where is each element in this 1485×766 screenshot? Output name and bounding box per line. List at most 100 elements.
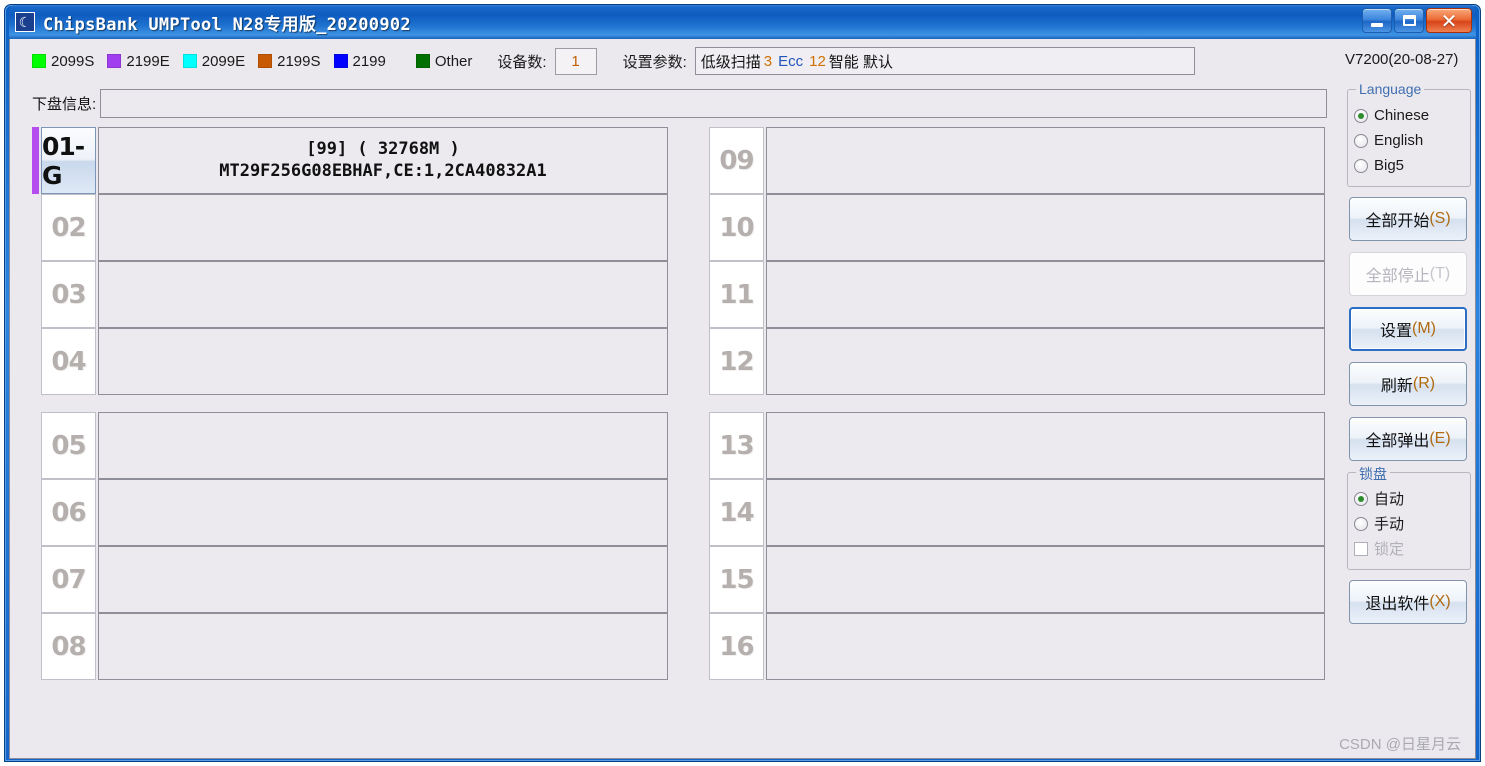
legend-swatch-2099e [182,54,197,68]
maximize-icon [1402,15,1416,26]
slot-row: 08 16 [10,613,1330,680]
slot-content[interactable] [766,546,1325,613]
slot-content[interactable] [98,613,668,680]
device-slot[interactable]: 14 [691,479,1325,546]
slot-row: 07 15 [10,546,1330,613]
application-window: ☾ ChipsBank UMPTool N28专用版_20200902 ✕ 20… [4,4,1481,762]
device-slot[interactable]: 05 [32,412,668,479]
stop-all-mnemonic: (T) [1429,265,1451,282]
radio-lock-auto[interactable]: 自动 [1354,486,1464,511]
minimize-icon [1371,22,1383,27]
radio-icon [1354,516,1368,531]
slot-row: 04 12 [10,328,1330,395]
radio-icon [1354,158,1368,173]
device-slot[interactable]: 07 [32,546,668,613]
radio-label: Chinese [1374,107,1430,124]
maximize-button[interactable] [1394,8,1424,33]
device-slot[interactable]: 12 [691,328,1325,395]
radio-language-english[interactable]: English [1354,128,1464,153]
legend-item: Other [415,52,473,70]
minimize-button[interactable] [1362,8,1392,33]
device-slot[interactable]: 15 [691,546,1325,613]
close-button[interactable]: ✕ [1426,8,1472,33]
radio-label: 手动 [1374,516,1405,533]
device-slot-grid: 01-G [99] ( 32768M ) MT29F256G08EBHAF,CE:1… [10,127,1330,680]
refresh-button[interactable]: 刷新 (R) [1349,362,1467,406]
device-slot[interactable]: 16 [691,613,1325,680]
slot-content[interactable] [766,479,1325,546]
watermark: CSDN @日星月云 [1339,736,1461,753]
radio-label: English [1374,132,1424,149]
radio-label: Big5 [1374,157,1405,174]
slot-content[interactable] [98,412,668,479]
device-slot[interactable]: 06 [32,479,668,546]
slot-content[interactable]: [99] ( 32768M ) MT29F256G08EBHAF,CE:1,2CA… [98,127,668,194]
slot-content[interactable] [766,194,1325,261]
exit-label: 退出软件 [1365,596,1430,613]
exit-button[interactable]: 退出软件 (X) [1349,580,1467,624]
device-slot[interactable]: 03 [32,261,668,328]
close-icon: ✕ [1440,8,1458,33]
legend-swatch-2199s [258,54,273,68]
device-slot[interactable]: 11 [691,261,1325,328]
legend-item: 2199 [333,52,386,70]
legend-toolbar: 2099S 2199E 2099E 2199S 2199 Other 设备数: … [10,39,1330,83]
device-slot[interactable]: 02 [32,194,668,261]
device-slot[interactable]: 10 [691,194,1325,261]
slot-number: 02 [41,194,96,261]
radio-lock-manual[interactable]: 手动 [1354,511,1464,536]
slot-content[interactable] [766,127,1325,194]
legend-label: 2199S [277,52,321,70]
slot-content[interactable] [98,328,668,395]
slot-content[interactable] [766,261,1325,328]
radio-language-chinese[interactable]: Chinese [1354,103,1464,128]
param-seg-num2: 12 [809,52,826,70]
device-slot[interactable]: 09 [691,127,1325,194]
slot-row: 06 14 [10,479,1330,546]
param-seg-mode: 智能 默认 [828,53,893,71]
settings-param-field[interactable]: 低级扫描 3 Ecc 12 智能 默认 [694,47,1195,75]
slot-content[interactable] [98,261,668,328]
start-all-button[interactable]: 全部开始 (S) [1349,197,1467,241]
slot-number: 08 [41,613,96,680]
settings-button[interactable]: 设置 (M) [1349,307,1467,351]
eject-all-label: 全部弹出 [1365,433,1430,450]
legend-swatch-2199e [107,54,122,68]
radio-label: 自动 [1374,491,1405,508]
slot-content[interactable] [766,613,1325,680]
disk-info-field[interactable] [100,88,1327,118]
slot-content[interactable] [766,412,1325,479]
device-slot[interactable]: 01-G [99] ( 32768M ) MT29F256G08EBHAF,CE:1… [32,127,668,194]
device-slot[interactable]: 08 [32,613,668,680]
eject-all-button[interactable]: 全部弹出 (E) [1349,417,1467,461]
stop-all-button: 全部停止 (T) [1349,252,1467,296]
window-controls: ✕ [1362,8,1472,33]
start-all-mnemonic: (S) [1429,210,1451,227]
legend-item: 2099E [182,52,246,70]
slot-number: 06 [41,479,96,546]
slot-content[interactable] [766,328,1325,395]
slot-number: 15 [709,546,764,613]
slot-number: 14 [709,479,764,546]
device-slot[interactable]: 04 [32,328,668,395]
title-bar[interactable]: ☾ ChipsBank UMPTool N28专用版_20200902 ✕ [9,5,1476,39]
legend-label: Other [434,52,473,70]
device-count-value: 1 [554,47,597,75]
settings-label: 设置 [1380,323,1413,340]
legend-item: 2199E [107,53,170,70]
slot-part-line: MT29F256G08EBHAF,CE:1,2CA40832A1 [219,160,547,181]
slot-status-flag [32,328,39,395]
slot-content[interactable] [98,194,668,261]
settings-param-label: 设置参数: [622,53,687,71]
slot-status-flag [691,546,698,613]
legend-label: 2099E [201,52,246,70]
radio-language-big5[interactable]: Big5 [1354,153,1464,178]
device-slot[interactable]: 13 [691,412,1325,479]
slot-content[interactable] [98,546,668,613]
param-seg-ecc: Ecc [778,52,804,70]
window-title: ChipsBank UMPTool N28专用版_20200902 [43,14,411,35]
device-count-label: 设备数: [497,53,547,71]
slot-content[interactable] [98,479,668,546]
legend-label: 2199 [352,52,386,70]
slot-status-flag [32,194,39,261]
